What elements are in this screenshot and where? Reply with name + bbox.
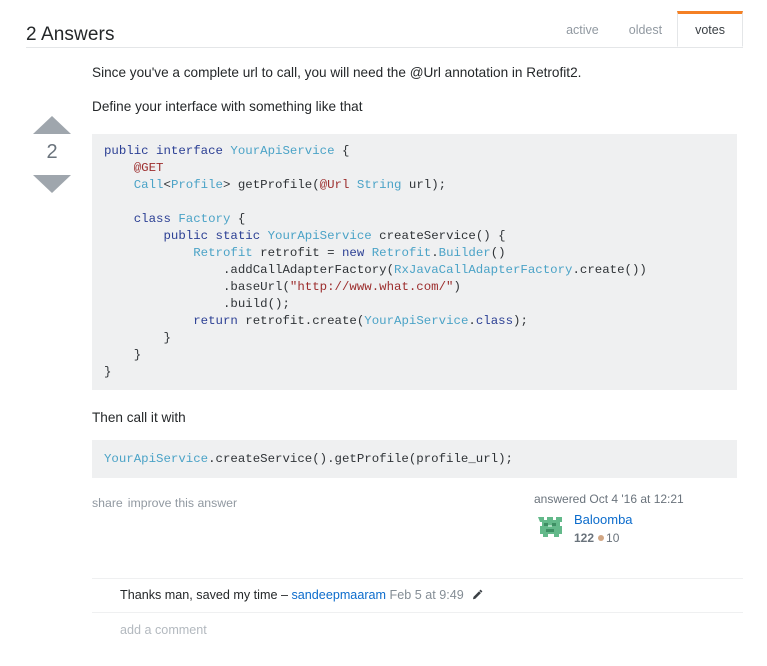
page-title: 2 Answers: [26, 24, 115, 46]
answers-header: 2 Answers active oldest votes: [26, 0, 743, 48]
code-content-interface: public interface YourApiService { @GET C…: [104, 144, 647, 379]
comment-dash: –: [281, 588, 288, 602]
downvote-arrow-icon[interactable]: [33, 175, 71, 193]
reputation-count: 122: [574, 531, 594, 545]
tab-oldest[interactable]: oldest: [614, 11, 677, 47]
comment-author-link[interactable]: sandeepmaaram: [292, 588, 387, 602]
code-block-call: YourApiService.createService().getProfil…: [92, 440, 737, 478]
upvote-arrow-icon[interactable]: [33, 116, 71, 134]
answer-paragraph-1: Since you've a complete url to call, you…: [92, 64, 743, 82]
add-comment-link[interactable]: add a comment: [92, 613, 743, 637]
answer-body: Since you've a complete url to call, you…: [92, 64, 743, 478]
comment-text: Thanks man, saved my time: [120, 588, 277, 602]
user-row: Baloomba 122 10: [534, 511, 734, 545]
bronze-badge-icon: [598, 535, 604, 541]
code-content-call: YourApiService.createService().getProfil…: [104, 452, 513, 466]
answered-timestamp: answered Oct 4 '16 at 12:21: [534, 492, 734, 506]
user-name-link[interactable]: Baloomba: [574, 512, 633, 528]
answer-sort-tabs: active oldest votes: [551, 0, 743, 47]
comment-item: Thanks man, saved my time – sandeepmaara…: [92, 578, 743, 613]
pencil-icon[interactable]: [472, 588, 483, 604]
user-reputation: 122 10: [574, 531, 633, 545]
share-link[interactable]: share: [92, 496, 123, 510]
answer-user-card: answered Oct 4 '16 at 12:21 Baloomba: [534, 492, 734, 545]
bronze-badge-count[interactable]: 10: [606, 531, 619, 545]
comments-section: Thanks man, saved my time – sandeepmaara…: [92, 578, 743, 637]
tab-active[interactable]: active: [551, 11, 614, 47]
post-actions: share improve this answer: [92, 496, 242, 510]
comment-date: Feb 5 at 9:49: [390, 588, 464, 602]
improve-answer-link[interactable]: improve this answer: [128, 496, 237, 510]
code-block-interface: public interface YourApiService { @GET C…: [92, 134, 737, 390]
answer-post: 2 Since you've a complete url to call, y…: [0, 48, 767, 637]
answer-paragraph-2: Define your interface with something lik…: [92, 98, 743, 116]
vote-count: 2: [26, 141, 78, 163]
user-avatar-icon[interactable]: [534, 511, 566, 543]
answer-paragraph-3: Then call it with: [92, 409, 743, 427]
user-details: Baloomba 122 10: [574, 511, 633, 545]
tab-votes[interactable]: votes: [677, 11, 743, 47]
vote-cell: 2: [26, 116, 78, 193]
post-meta: share improve this answer answered Oct 4 …: [92, 492, 743, 570]
